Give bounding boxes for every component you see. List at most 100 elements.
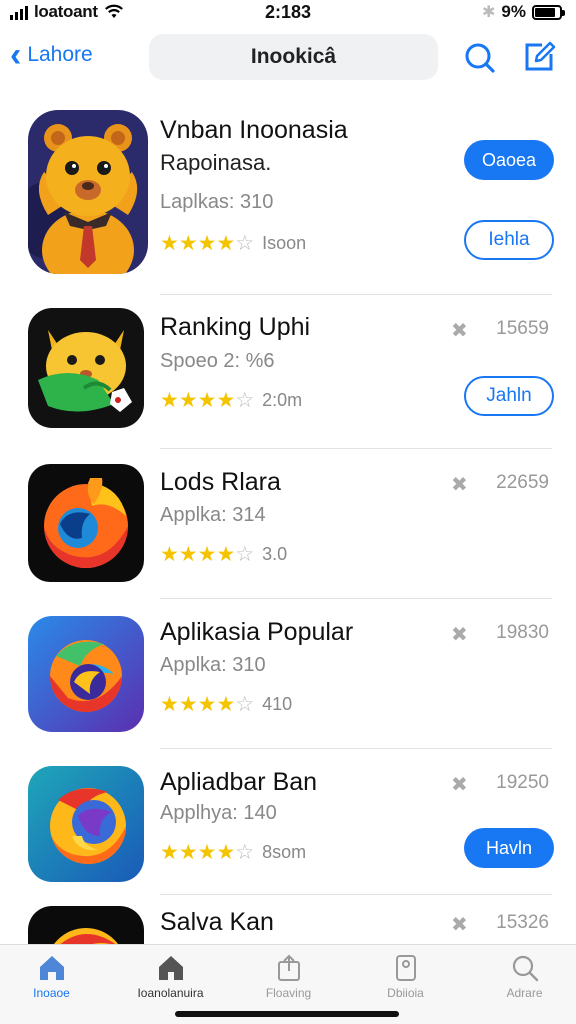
compose-icon[interactable] — [522, 40, 556, 74]
tab-store[interactable]: Ioanolanuira — [113, 953, 228, 1005]
tab-home[interactable]: Inoaoe — [0, 953, 109, 1005]
back-button[interactable]: ‹ Lahore — [10, 38, 93, 72]
home-icon — [39, 956, 64, 980]
app-name: Salva Kan — [160, 908, 274, 936]
nav-search-field[interactable]: Inookicâ — [149, 34, 438, 80]
star-filled-icon: ★ — [216, 389, 236, 412]
star-rating: ★ ★ ★ ★ ☆ — [160, 233, 254, 254]
app-rating: ★ ★ ★ ★ ☆ 410 — [160, 694, 292, 715]
star-rating: ★ ★ ★ ★ ☆ — [160, 842, 254, 863]
globe-flame-icon — [28, 766, 144, 882]
star-filled-icon: ★ — [197, 693, 217, 716]
star-filled-icon: ★ — [197, 543, 217, 566]
share-icon — [277, 954, 300, 981]
cat-mascot-icon — [28, 308, 144, 428]
get-button[interactable]: Havln — [464, 828, 554, 868]
app-rating: ★ ★ ★ ★ ☆ 8som — [160, 842, 306, 863]
open-button[interactable]: Oaoea — [464, 140, 554, 180]
flame-logo-icon — [28, 906, 144, 944]
tab-label: Ioanolanuira — [137, 986, 204, 1000]
pin-icon: ✖ — [451, 624, 468, 646]
fox-logo-icon — [28, 464, 144, 582]
app-size: 22659 — [496, 472, 549, 493]
nav-bar: ‹ Lahore Inookicâ — [0, 30, 576, 86]
battery-percent: 9% — [501, 2, 526, 21]
battery-icon — [532, 4, 565, 20]
list-item[interactable]: Salva Kan ✖ 15326 — [0, 896, 576, 944]
search-icon — [512, 955, 538, 982]
divider — [160, 598, 552, 599]
star-filled-icon: ★ — [160, 543, 179, 566]
search-icon[interactable] — [462, 40, 496, 74]
star-empty-icon: ☆ — [235, 693, 255, 716]
star-empty-icon: ☆ — [235, 389, 255, 412]
pin-icon: ✖ — [451, 914, 468, 936]
list-item[interactable]: Aplikasia Popular Applka: 310 ★ ★ ★ ★ ☆ 410 … — [0, 600, 576, 750]
rating-count: 3.0 — [262, 544, 288, 564]
star-filled-icon: ★ — [160, 389, 179, 412]
battery-fill — [535, 7, 556, 17]
app-rating: ★ ★ ★ ★ ☆ 3.0 — [160, 544, 287, 565]
app-meta: Applka: 310 — [160, 654, 266, 676]
star-filled-icon: ★ — [178, 841, 198, 864]
list-item[interactable]: Ranking Uphi Spoeo 2: %6 ★ ★ ★ ★ ☆ 2:0m ✖ 15… — [0, 296, 576, 450]
rating-count: 2:0m — [262, 390, 303, 410]
bear-mascot-icon — [28, 110, 148, 274]
list-item[interactable]: Lods Rlara Applka: 314 ★ ★ ★ ★ ☆ 3.0 ✖ 22659 — [0, 450, 576, 600]
star-filled-icon: ★ — [178, 543, 198, 566]
nav-title: Inookicâ — [250, 45, 337, 68]
pin-icon: ✖ — [451, 774, 468, 796]
app-list: Vnban Inoonasia Rapoinasa. Laplkas: 310 … — [0, 98, 576, 944]
star-filled-icon: ★ — [178, 693, 198, 716]
star-filled-icon: ★ — [178, 389, 198, 412]
rating-count: 410 — [262, 694, 293, 714]
get-button[interactable]: Jahln — [464, 376, 554, 416]
get-button[interactable]: Iehla — [464, 220, 554, 260]
store-icon — [158, 956, 183, 980]
divider — [160, 294, 552, 295]
back-label: Lahore — [27, 43, 93, 66]
tab-device[interactable]: Dbiioia — [348, 953, 463, 1005]
divider — [160, 748, 552, 749]
star-filled-icon: ★ — [216, 693, 236, 716]
list-item[interactable]: Vnban Inoonasia Rapoinasa. Laplkas: 310 … — [0, 98, 576, 296]
list-item[interactable]: Apliadbar Ban Applhya: 140 ★ ★ ★ ★ ☆ 8som ✖ … — [0, 750, 576, 896]
star-filled-icon: ★ — [160, 841, 179, 864]
app-size: 15326 — [496, 912, 549, 933]
star-filled-icon: ★ — [197, 841, 217, 864]
app-name: Ranking Uphi — [160, 313, 311, 341]
app-rating: ★ ★ ★ ★ ☆ 2:0m — [160, 390, 302, 411]
star-empty-icon: ☆ — [235, 841, 255, 864]
app-name: Vnban Inoonasia — [160, 116, 348, 144]
tab-label: Adrare — [506, 986, 543, 1000]
pin-icon: ✖ — [451, 474, 468, 496]
app-meta: Applka: 314 — [160, 504, 266, 526]
star-filled-icon: ★ — [216, 543, 236, 566]
tab-sharing[interactable]: Floaving — [231, 953, 346, 1005]
tab-label: Floaving — [265, 986, 312, 1000]
app-name: Aplikasia Popular — [160, 618, 354, 646]
device-icon — [395, 955, 416, 981]
star-empty-icon: ☆ — [235, 232, 255, 255]
app-name: Apliadbar Ban — [160, 768, 318, 796]
divider — [160, 894, 552, 895]
tab-label: Dbiioia — [387, 986, 424, 1000]
app-meta: Laplkas: 310 — [160, 191, 274, 213]
star-empty-icon: ☆ — [235, 543, 255, 566]
tab-label: Inoaoe — [33, 986, 70, 1000]
pin-icon: ✖ — [451, 320, 468, 342]
star-rating: ★ ★ ★ ★ ☆ — [160, 544, 254, 565]
star-rating: ★ ★ ★ ★ ☆ — [160, 390, 254, 411]
app-meta: Spoeo 2: %6 — [160, 350, 275, 372]
star-filled-icon: ★ — [216, 841, 236, 864]
rating-count: Isoon — [262, 233, 307, 253]
tab-search[interactable]: Adrare — [467, 953, 576, 1005]
star-filled-icon: ★ — [197, 389, 217, 412]
status-bar: loatoant 2:183 ✱ 9% — [0, 0, 576, 26]
app-meta: Applhya: 140 — [160, 802, 277, 824]
app-size: 19250 — [496, 772, 549, 793]
star-filled-icon: ★ — [160, 232, 179, 255]
star-filled-icon: ★ — [216, 232, 236, 255]
app-rating: ★ ★ ★ ★ ☆ Isoon — [160, 233, 306, 254]
tab-bar: Inoaoe Ioanolanuira Floaving Dbiioia Adr… — [0, 944, 576, 1024]
